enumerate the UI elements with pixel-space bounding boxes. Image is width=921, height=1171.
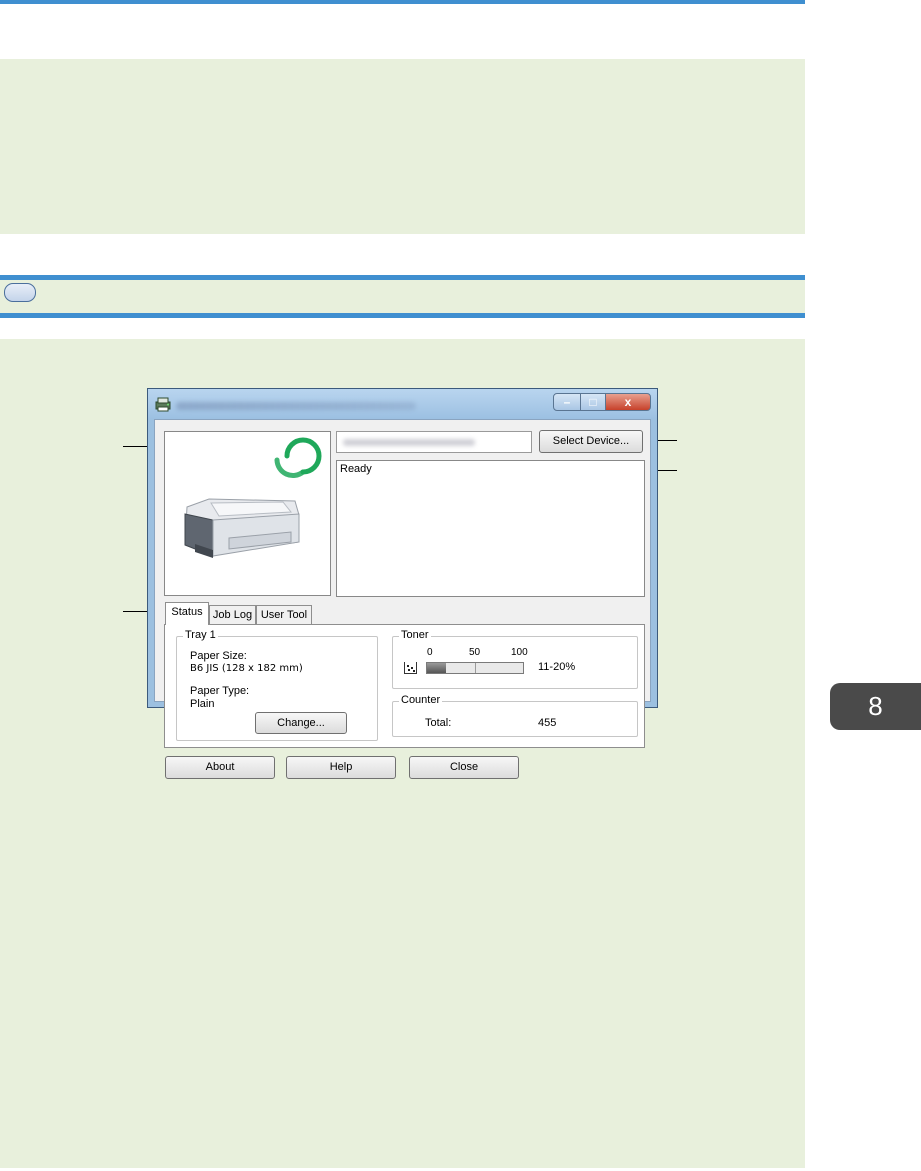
note-bar bbox=[0, 280, 805, 313]
minimize-button[interactable]: – bbox=[553, 393, 581, 411]
title-bar[interactable]: – □ x bbox=[148, 389, 657, 419]
device-name bbox=[343, 439, 475, 446]
close-icon: x bbox=[624, 395, 632, 409]
note-icon bbox=[4, 283, 36, 302]
window-client-area: Select Device... Ready Status Job Log Us… bbox=[154, 419, 651, 748]
counter-total-value: 455 bbox=[538, 717, 557, 729]
change-button[interactable]: Change... bbox=[255, 712, 347, 734]
counter-group-title: Counter bbox=[399, 694, 443, 706]
toner-group: Toner 0 50 100 11-20% bbox=[392, 629, 638, 689]
help-button[interactable]: Help bbox=[286, 756, 396, 779]
toner-icon bbox=[404, 662, 417, 674]
status-message-area: Ready bbox=[336, 460, 645, 597]
paper-type-value: Plain bbox=[190, 698, 215, 710]
content-panel-top bbox=[0, 59, 805, 234]
paper-size-value: B6 JIS (128 x 182 mm) bbox=[190, 663, 303, 674]
maximize-button[interactable]: □ bbox=[580, 393, 606, 411]
paper-size-label: Paper Size: bbox=[190, 650, 247, 662]
status-message: Ready bbox=[340, 463, 372, 475]
status-monitor-window: – □ x Select Device... Ready Status Job … bbox=[147, 388, 658, 779]
tab-status[interactable]: Status bbox=[165, 602, 209, 625]
paper-type-label: Paper Type: bbox=[190, 685, 250, 697]
toner-level-bar bbox=[426, 662, 524, 674]
toner-mid-tick bbox=[475, 663, 476, 673]
window-title bbox=[176, 402, 416, 410]
maximize-icon: □ bbox=[589, 395, 597, 409]
printer-image-area bbox=[164, 431, 331, 596]
tab-user-tool[interactable]: User Tool bbox=[256, 605, 312, 625]
counter-total-label: Total: bbox=[425, 717, 452, 729]
tab-job-log[interactable]: Job Log bbox=[209, 605, 256, 625]
about-button[interactable]: About bbox=[165, 756, 275, 779]
tray-group: Tray 1 Paper Size: B6 JIS (128 x 182 mm)… bbox=[176, 629, 378, 741]
toner-level-text: 11-20% bbox=[538, 661, 576, 673]
toner-scale-100: 100 bbox=[511, 647, 528, 658]
close-window-button[interactable]: x bbox=[605, 393, 651, 411]
status-tab-panel: Tray 1 Paper Size: B6 JIS (128 x 182 mm)… bbox=[164, 624, 645, 748]
printer-app-icon bbox=[155, 397, 171, 412]
note-rule-bottom bbox=[0, 313, 805, 318]
printer-illustration bbox=[184, 437, 322, 558]
select-device-button[interactable]: Select Device... bbox=[539, 430, 643, 453]
counter-group: Counter Total: 455 bbox=[392, 694, 638, 737]
toner-scale-0: 0 bbox=[427, 647, 433, 658]
top-rule bbox=[0, 0, 805, 4]
toner-group-title: Toner bbox=[399, 629, 431, 641]
device-name-field[interactable] bbox=[336, 431, 532, 453]
toner-scale-50: 50 bbox=[469, 647, 481, 658]
chapter-tab: 8 bbox=[830, 683, 921, 730]
toner-level-fill bbox=[427, 663, 447, 673]
tray-group-title: Tray 1 bbox=[183, 629, 218, 641]
minimize-icon: – bbox=[563, 395, 571, 409]
close-button[interactable]: Close bbox=[409, 756, 519, 779]
ready-status-icon bbox=[284, 437, 322, 475]
